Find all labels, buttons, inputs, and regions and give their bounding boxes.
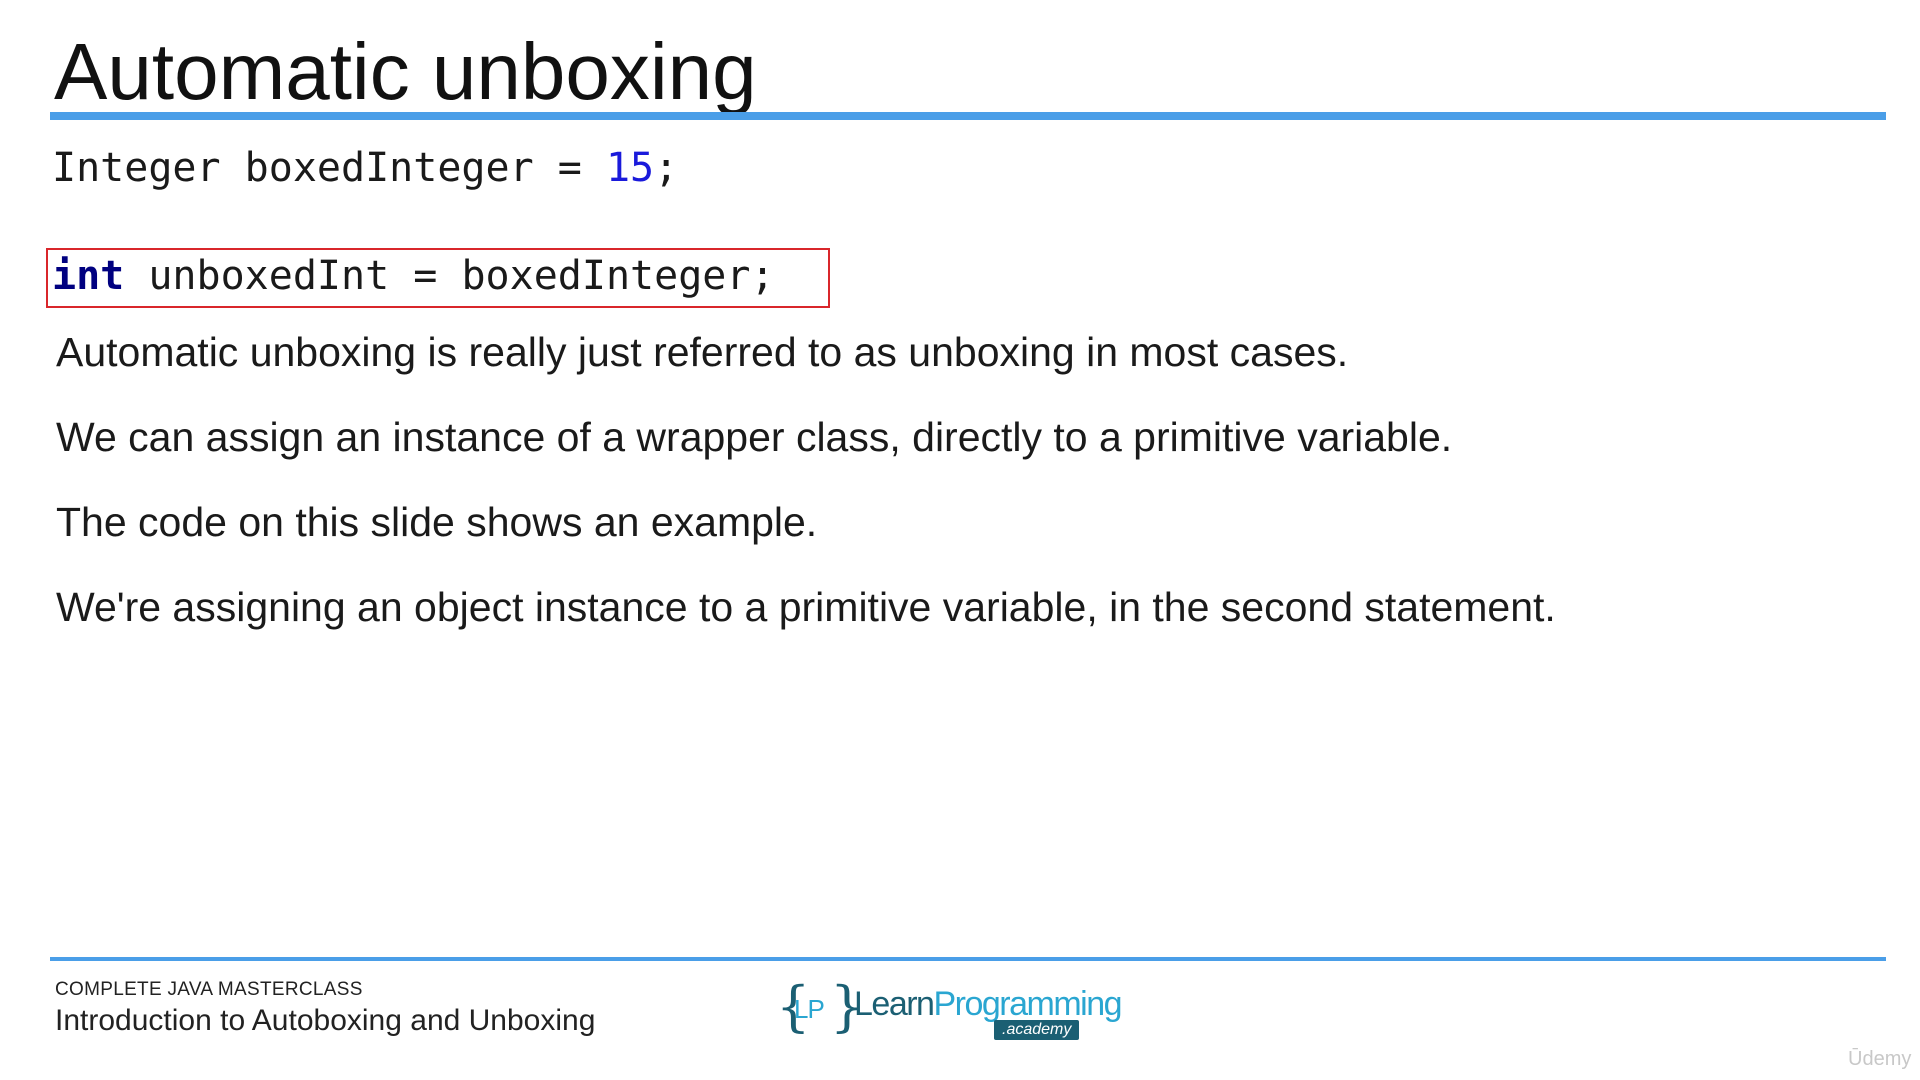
- code-semicolon: ;: [654, 145, 679, 191]
- code-keyword: int: [52, 253, 125, 299]
- code-line-unboxed: int unboxedInt = boxedInteger;: [52, 250, 775, 302]
- code-variable: unboxedInt: [148, 253, 390, 299]
- logo-wordmark: LearnProgramming: [854, 984, 1123, 1024]
- code-line-boxed: Integer boxedInteger = 15;: [52, 142, 678, 194]
- body-paragraph: We're assigning an object instance to a …: [56, 584, 1556, 630]
- code-number-literal: 15: [605, 145, 655, 191]
- code-operator: =: [557, 145, 582, 191]
- body-paragraph: Automatic unboxing is really just referr…: [56, 329, 1349, 375]
- udemy-watermark: Ūdemy: [1848, 1048, 1912, 1070]
- course-name: COMPLETE JAVA MASTERCLASS: [55, 979, 363, 1000]
- title-divider: [50, 112, 1886, 120]
- body-paragraph: We can assign an instance of a wrapper c…: [56, 414, 1453, 460]
- logo-academy-badge: .academy: [994, 1020, 1080, 1040]
- code-operator: =: [413, 253, 438, 299]
- code-variable: boxedInteger: [244, 145, 534, 191]
- logo-initials: LP: [794, 994, 825, 1024]
- code-value: boxedInteger: [461, 253, 751, 299]
- body-paragraph: The code on this slide shows an example.: [56, 499, 818, 545]
- logo-programming-text: Programming: [933, 985, 1122, 1023]
- logo-learn-text: Learn: [854, 985, 935, 1023]
- slide-body: Automatic unboxing is really just referr…: [56, 324, 1856, 664]
- code-semicolon: ;: [750, 253, 775, 299]
- footer-divider: [50, 957, 1886, 961]
- code-type: Integer: [52, 145, 221, 191]
- learnprogramming-logo: { LP } LearnProgramming .academy: [776, 978, 1123, 1044]
- slide-title: Automatic unboxing: [54, 27, 757, 116]
- lecture-name: Introduction to Autoboxing and Unboxing: [55, 1004, 596, 1037]
